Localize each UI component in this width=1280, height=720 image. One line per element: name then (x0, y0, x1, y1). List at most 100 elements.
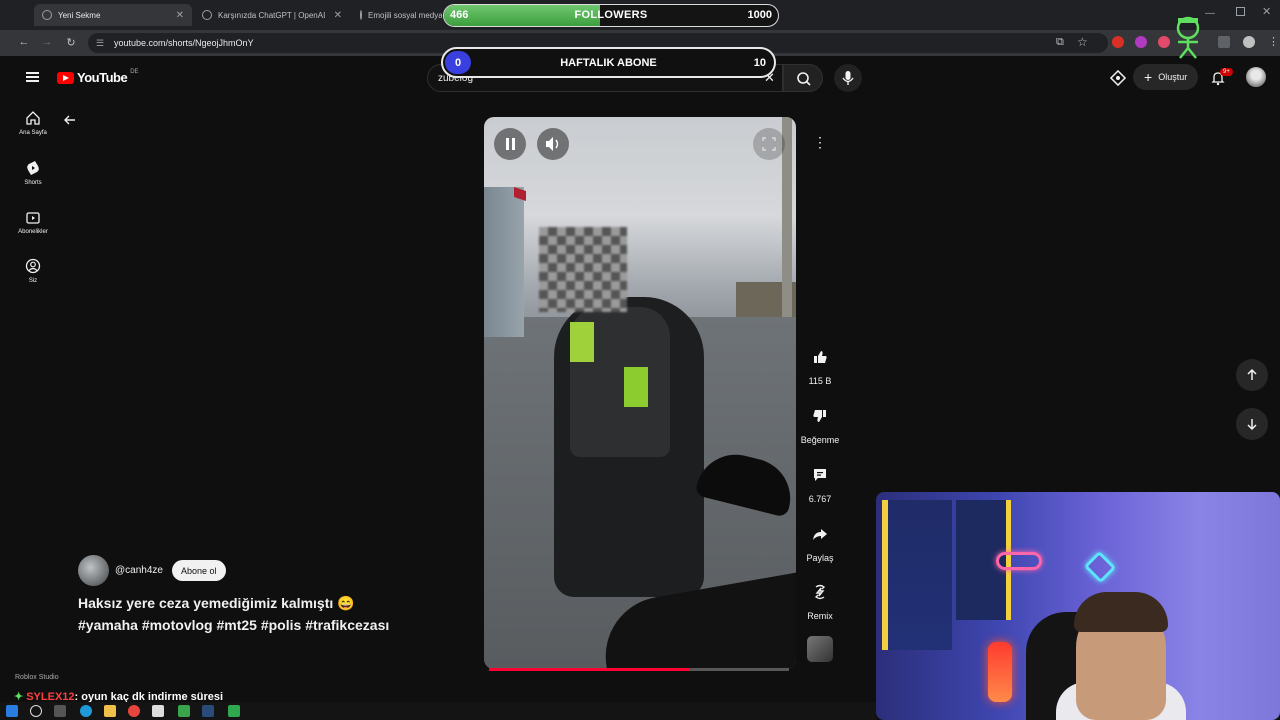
logo-text: YouTube (77, 70, 128, 85)
youtube-logo[interactable]: YouTube DE (57, 68, 139, 85)
chrome-icon[interactable] (128, 705, 140, 717)
openai-icon (202, 10, 212, 20)
like-count: 115 B (808, 376, 832, 386)
video-frame-building (484, 187, 524, 337)
thumbs-up-icon (806, 343, 834, 371)
sound-thumbnail[interactable] (807, 636, 833, 662)
install-app-icon[interactable]: ⧉ (1056, 36, 1064, 49)
next-short-button[interactable] (1236, 408, 1268, 440)
scarf-decoration (882, 500, 952, 650)
plus-icon: + (1144, 69, 1153, 85)
tab-1[interactable]: Yeni Sekme ✕ (34, 4, 192, 26)
nav-home[interactable]: Ana Sayfa (10, 110, 56, 136)
forward-icon[interactable]: → (40, 36, 54, 48)
previous-short-button[interactable] (1236, 359, 1268, 391)
more-options-icon[interactable]: ⋮ (811, 135, 829, 153)
close-tab-icon[interactable]: ✕ (334, 10, 342, 21)
back-icon[interactable]: ← (17, 36, 31, 48)
volume-icon (546, 137, 559, 151)
remix-button[interactable]: Remix (800, 578, 840, 621)
nav-label: Shorts (24, 180, 42, 186)
nav-label: Ana Sayfa (19, 130, 47, 136)
pause-button[interactable] (494, 128, 526, 160)
neon-sign (996, 552, 1042, 570)
task-view-icon[interactable] (54, 705, 66, 717)
dislike-button[interactable]: Beğenme (800, 402, 840, 445)
subscriptions-icon (26, 212, 40, 224)
edge-icon[interactable] (80, 705, 92, 717)
cast-icon[interactable] (1110, 70, 1126, 86)
channel-avatar[interactable] (78, 555, 109, 586)
comments-button[interactable]: 6.767 (800, 461, 840, 504)
search-button[interactable] (783, 64, 823, 92)
remix-icon (806, 578, 834, 606)
neon-sign (1083, 550, 1117, 584)
account-avatar[interactable] (1246, 67, 1266, 87)
extension-icon[interactable] (1112, 36, 1124, 48)
browser-menu-icon[interactable]: ⋮ (1268, 35, 1279, 48)
extension-icon[interactable] (1135, 36, 1147, 48)
share-icon (806, 520, 834, 548)
video-progress-fill (489, 668, 690, 671)
notepad-icon[interactable] (152, 705, 164, 717)
youtube-play-icon (57, 71, 74, 84)
reload-icon[interactable]: ↻ (64, 36, 78, 49)
weekly-subscriber-goal-bar: 0 HAFTALIK ABONE 10 (441, 47, 776, 78)
site-info-icon[interactable]: ☰ (96, 38, 104, 49)
create-label: Oluştur (1158, 72, 1188, 82)
extensions-puzzle-icon[interactable] (1218, 36, 1230, 48)
weekly-target: 10 (753, 57, 766, 69)
followers-label: FOLLOWERS (574, 9, 648, 21)
profile-icon[interactable] (1243, 36, 1255, 48)
search-icon[interactable] (30, 705, 42, 717)
you-icon (25, 258, 41, 274)
hamburger-menu-icon[interactable] (26, 72, 39, 82)
microphone-icon (842, 71, 854, 85)
back-arrow-icon[interactable] (62, 112, 78, 128)
bookmark-star-icon[interactable]: ☆ (1077, 35, 1088, 49)
app-icon[interactable] (178, 705, 190, 717)
followers-goal-bar: 466 FOLLOWERS 1000 (443, 4, 779, 27)
nav-you[interactable]: Siz (10, 258, 56, 284)
maximize-icon[interactable] (1236, 7, 1245, 16)
logo-region: DE (130, 68, 139, 75)
steam-icon[interactable] (202, 705, 214, 717)
comment-count: 6.767 (808, 494, 832, 504)
globe-icon (360, 10, 362, 20)
share-button[interactable]: Paylaş (800, 520, 840, 563)
arrow-down-icon (1247, 419, 1257, 431)
subscribe-button[interactable]: Abone ol (172, 560, 226, 581)
webcam-overlay (876, 492, 1280, 720)
volume-button[interactable] (537, 128, 569, 160)
nav-label: Abonelikler (18, 229, 48, 235)
file-explorer-icon[interactable] (104, 705, 116, 717)
voice-search-button[interactable] (834, 64, 862, 92)
app-icon[interactable] (228, 705, 240, 717)
tab-title: Yeni Sekme (58, 10, 101, 20)
thumbs-down-icon (806, 402, 834, 430)
lamp (988, 642, 1012, 702)
shorts-video-player[interactable] (484, 117, 796, 669)
nav-shorts[interactable]: Shorts (10, 160, 56, 186)
channel-name[interactable]: @canh4ze (115, 565, 163, 576)
windows-taskbar (0, 702, 876, 720)
video-progress-bar[interactable] (489, 668, 789, 671)
comment-icon (806, 461, 834, 489)
minimize-icon[interactable]: — (1205, 8, 1215, 19)
tab-3[interactable]: Emojili sosyal medya (352, 4, 442, 26)
fullscreen-button[interactable] (753, 128, 785, 160)
close-window-icon[interactable]: ✕ (1262, 5, 1271, 18)
windows-start-icon[interactable] (6, 705, 18, 717)
nav-subscriptions[interactable]: Abonelikler (10, 209, 56, 235)
tab-2[interactable]: Karşınızda ChatGPT | OpenAI ✕ (194, 4, 350, 26)
weekly-label: HAFTALIK ABONE (560, 57, 657, 69)
remix-label: Remix (807, 611, 833, 621)
like-button[interactable]: 115 B (800, 343, 840, 386)
create-button[interactable]: + Oluştur (1133, 64, 1199, 90)
url-text: youtube.com/shorts/NgeojJhmOnY (114, 38, 254, 48)
extension-icon[interactable] (1158, 36, 1170, 48)
pixelated-face-blur (539, 227, 627, 312)
shorts-icon (27, 161, 39, 175)
followers-target: 1000 (747, 9, 772, 21)
close-tab-icon[interactable]: ✕ (176, 10, 184, 21)
